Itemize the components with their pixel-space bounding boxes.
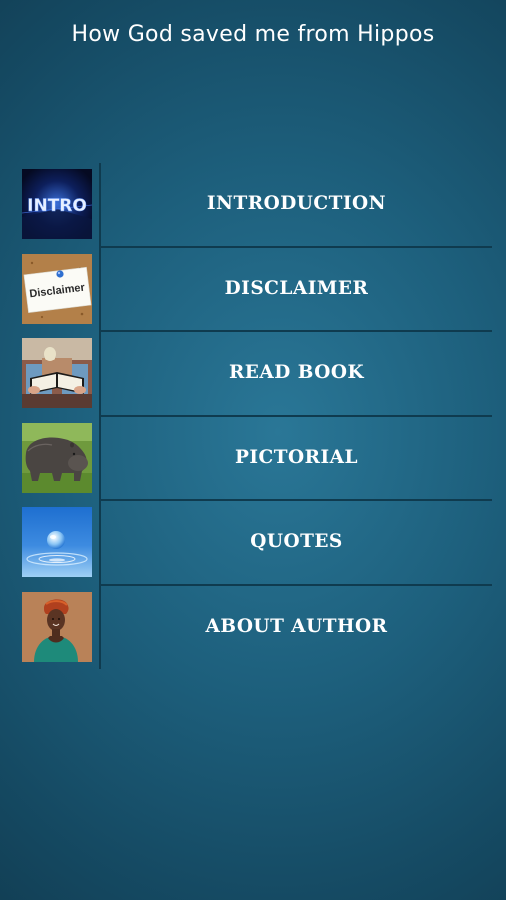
menu-item-label: QUOTES [250, 531, 343, 552]
menu-item-about-author[interactable]: ABOUT AUTHOR [20, 586, 492, 671]
svg-text:INTRO: INTRO [27, 196, 87, 216]
water-drop-image [22, 507, 92, 577]
hippo-image [22, 422, 92, 493]
menu-item-introduction[interactable]: INTRO INTRODUCTION [20, 163, 492, 248]
menu-item-label: DISCLAIMER [224, 277, 369, 299]
menu-item-pictorial[interactable]: PICTORIAL [20, 417, 492, 501]
main-menu: INTRO INTRODUCTION Disclaimer DISCLAIMER… [20, 163, 492, 670]
author-portrait-image [22, 591, 92, 662]
menu-item-read-book[interactable]: READ BOOK [20, 332, 492, 417]
disclaimer-note-image: Disclaimer [22, 253, 92, 324]
menu-item-quotes[interactable]: QUOTES [20, 501, 492, 586]
menu-item-label: INTRODUCTION [206, 193, 387, 214]
app-title: How God saved me from Hippos [71, 22, 435, 47]
menu-item-label: READ BOOK [228, 362, 365, 383]
menu-item-label: PICTORIAL [234, 446, 359, 468]
person-reading-image [22, 338, 92, 408]
menu-item-disclaimer[interactable]: Disclaimer DISCLAIMER [20, 248, 492, 332]
intro-image: INTRO [22, 169, 92, 239]
menu-item-label: ABOUT AUTHOR [205, 615, 388, 637]
